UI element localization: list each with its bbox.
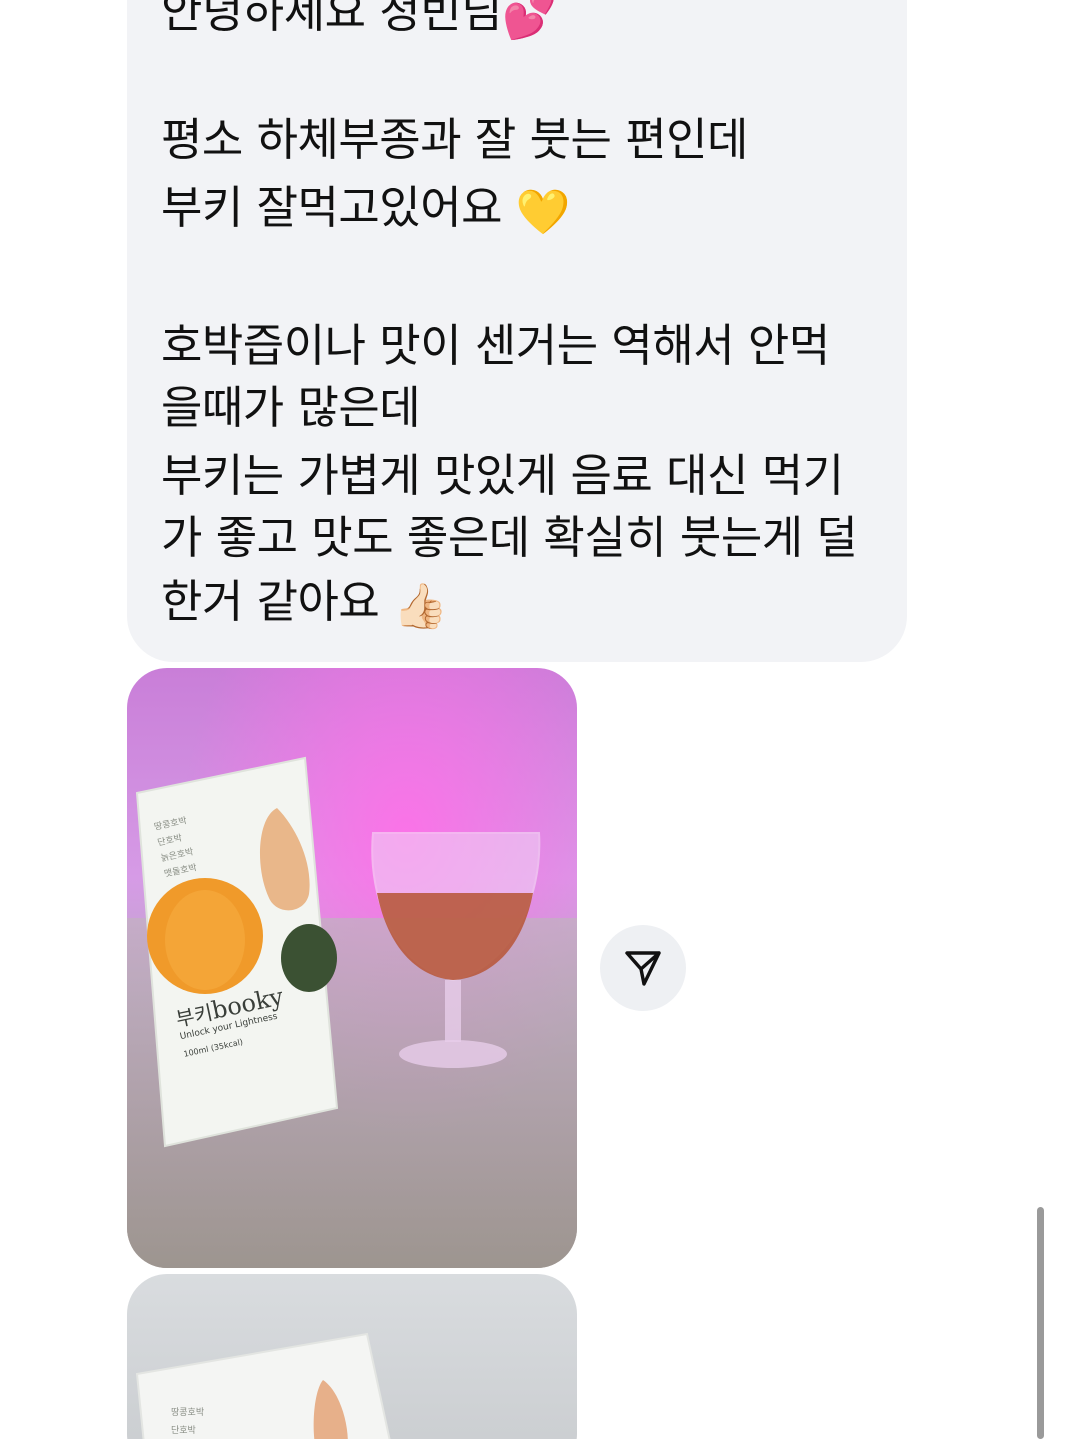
paper-plane-icon [625, 951, 661, 986]
thumbs-up-emoji: 👍🏻 [393, 581, 448, 632]
message-text: 부키 잘먹고있어요 [161, 181, 503, 234]
hearts-emoji: 💕 [502, 0, 557, 42]
message-line: 안녕하세요 청빈님💕 [161, 0, 557, 47]
message-line: 호박즙이나 맛이 센거는 역해서 안먹 [161, 319, 830, 372]
message-line: 부키는 가볍게 맛있게 음료 대신 먹기 [161, 449, 844, 502]
message-text: 한거 같아요 [161, 575, 380, 628]
photo-attachment[interactable]: 땅콩호박 단호박 [127, 1274, 577, 1439]
pouch-label-item: 땅콩호박 [171, 1408, 205, 1418]
chat-screen: 안녕하세요 청빈님💕 평소 하체부종과 잘 붓는 편인데 부키 잘먹고있어요 💛… [0, 0, 1080, 1439]
pouch-label: 땅콩호박 단호박 [171, 1404, 204, 1439]
message-line: 부키 잘먹고있어요 💛 [161, 178, 571, 243]
share-button[interactable] [600, 925, 686, 1011]
message-line: 을때가 많은데 [161, 381, 421, 434]
message-line: 평소 하체부종과 잘 붓는 편인데 [161, 113, 748, 166]
yellow-heart-emoji: 💛 [515, 187, 571, 238]
photo-attachment[interactable]: 땅콩호박 단호박 늙은호박 맷돌호박 부키booky Unlock your L… [127, 668, 577, 1268]
product-photo [127, 668, 577, 1268]
message-line: 가 좋고 맛도 좋은데 확실히 붓는게 덜 [161, 511, 858, 564]
message-bubble[interactable]: 안녕하세요 청빈님💕 평소 하체부종과 잘 붓는 편인데 부키 잘먹고있어요 💛… [127, 0, 907, 662]
scrollbar-thumb[interactable] [1037, 1207, 1044, 1439]
message-line: 한거 같아요 👍🏻 [161, 572, 448, 637]
message-text: 안녕하세요 청빈님 [161, 0, 503, 38]
pouch-label-item: 단호박 [171, 1426, 196, 1436]
